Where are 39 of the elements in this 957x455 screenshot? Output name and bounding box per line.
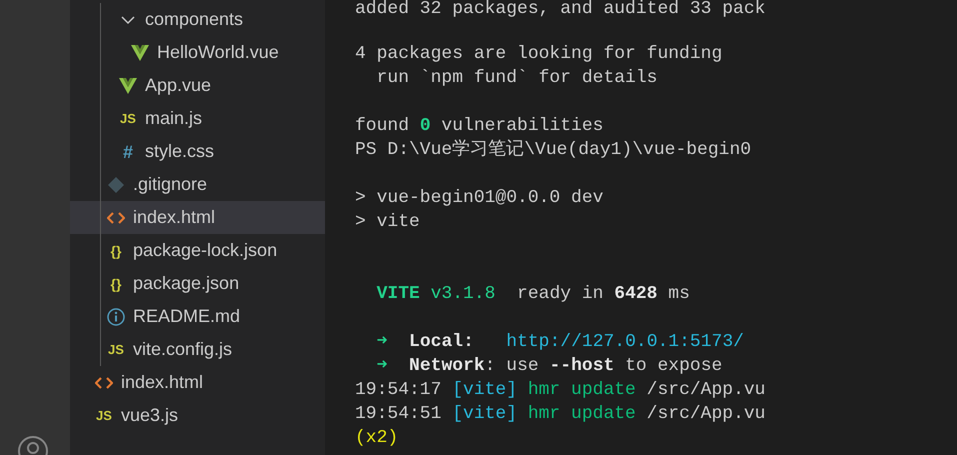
info-icon	[107, 308, 125, 326]
file-tree-item[interactable]: App.vue	[70, 69, 325, 102]
code-icon	[95, 376, 113, 390]
terminal-line: ➜ Local: http://127.0.0.1:5173/	[376, 331, 745, 354]
vue-logo-icon	[131, 44, 149, 60]
terminal-line: ➜ Network: use --host to expose	[376, 355, 724, 378]
diamond-icon	[107, 176, 125, 194]
terminal-line: run `npm fund` for details	[376, 67, 658, 90]
terminal-line: > vue-begin01@0.0.0 dev	[355, 187, 604, 210]
file-tree-item[interactable]: {} package.json	[70, 267, 325, 300]
js-icon: JS	[119, 110, 137, 128]
terminal-line: 4 packages are looking for funding	[355, 43, 724, 66]
file-tree-item[interactable]: JS main.js	[70, 102, 325, 135]
js-icon: JS	[95, 406, 113, 424]
terminal-line: added 32 packages, and audited 33 pack	[355, 0, 766, 18]
chevron-down-icon	[119, 14, 137, 26]
terminal-line: 19:54:17 [vite] hmr update /src/App.vu	[355, 379, 766, 402]
vue-logo-icon	[119, 78, 137, 94]
file-tree-item[interactable]: components	[70, 3, 325, 36]
file-tree-item[interactable]: HelloWorld.vue	[70, 36, 325, 69]
file-tree-item[interactable]: index.html	[70, 201, 325, 234]
file-tree-item[interactable]: index.html	[70, 366, 325, 399]
braces-icon: {}	[107, 274, 125, 292]
hash-icon: #	[119, 142, 137, 160]
file-tree-item[interactable]: # style.css	[70, 135, 325, 168]
braces-icon: {}	[107, 242, 125, 260]
terminal-line: PS D:\Vue学习笔记\Vue(day1)\vue-begin0	[355, 138, 752, 162]
file-tree-item[interactable]: JS vite.config.js	[70, 333, 325, 366]
file-tree-item[interactable]: JS vue3.js	[70, 399, 325, 432]
terminal-line: VITE v3.1.8 ready in 6428 ms	[376, 283, 691, 306]
terminal-line: (x2)	[355, 427, 400, 450]
terminal-line: 19:54:51 [vite] hmr update /src/App.vu	[355, 403, 766, 426]
code-icon	[107, 210, 125, 224]
terminal-line: > vite	[355, 211, 421, 234]
js-icon: JS	[107, 340, 125, 358]
terminal-line: found 0 vulnerabilities	[355, 115, 604, 138]
file-tree-item[interactable]: README.md	[70, 300, 325, 333]
file-tree-item[interactable]: {} package-lock.json	[70, 234, 325, 267]
file-tree-item[interactable]: .gitignore	[70, 168, 325, 201]
